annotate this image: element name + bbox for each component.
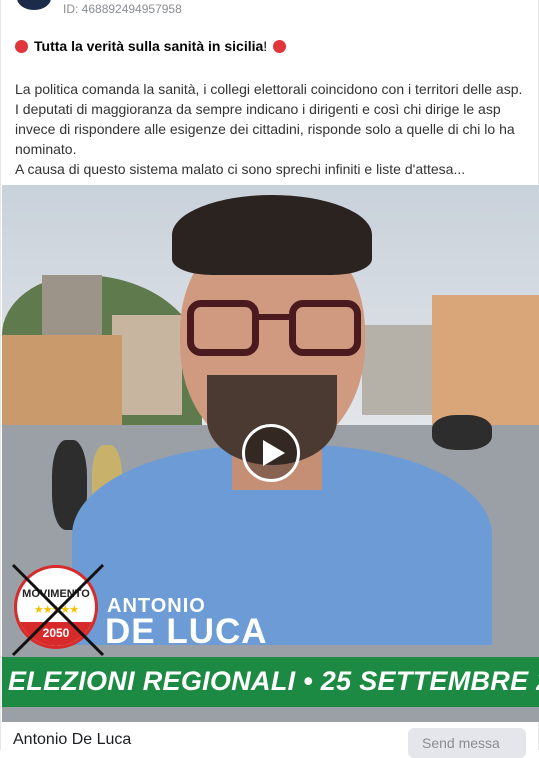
post-header: ID: 468892494957958 <box>1 0 538 20</box>
post-paragraph: I deputati di maggioranza da sempre indi… <box>15 101 515 157</box>
glasses <box>187 300 362 360</box>
page-avatar[interactable] <box>17 0 51 10</box>
ad-card: ID: 468892494957958 Tutta la verità sull… <box>0 0 539 758</box>
red-circle-icon <box>273 39 287 53</box>
page-id: ID: 468892494957958 <box>63 2 182 16</box>
post-body: La politica comanda la sanità, i collegi… <box>15 79 525 179</box>
author-name[interactable]: Antonio De Luca <box>13 731 131 749</box>
post-title-text: Tutta la verità sulla sanità in sicilia! <box>34 38 268 54</box>
post-paragraph: La politica comanda la sanità, i collegi… <box>15 81 523 97</box>
play-button[interactable] <box>242 424 300 482</box>
election-banner-text: ELEZIONI REGIONALI • 25 SETTEMBRE 2022 <box>8 666 539 696</box>
candidate-last-name: DE LUCA <box>105 612 268 651</box>
send-message-button[interactable]: Send messa <box>408 728 526 758</box>
red-circle-icon <box>15 39 28 53</box>
cross-mark-icon <box>11 563 105 657</box>
post-title: Tutta la verità sulla sanità in sicilia! <box>15 38 287 54</box>
play-icon <box>262 440 285 466</box>
video-player[interactable]: MOVIMENTO ★★★★★ 2050 ANTONIO DE LUCA ELE… <box>2 185 539 722</box>
post-paragraph: A causa di questo sistema malato ci sono… <box>15 161 466 177</box>
